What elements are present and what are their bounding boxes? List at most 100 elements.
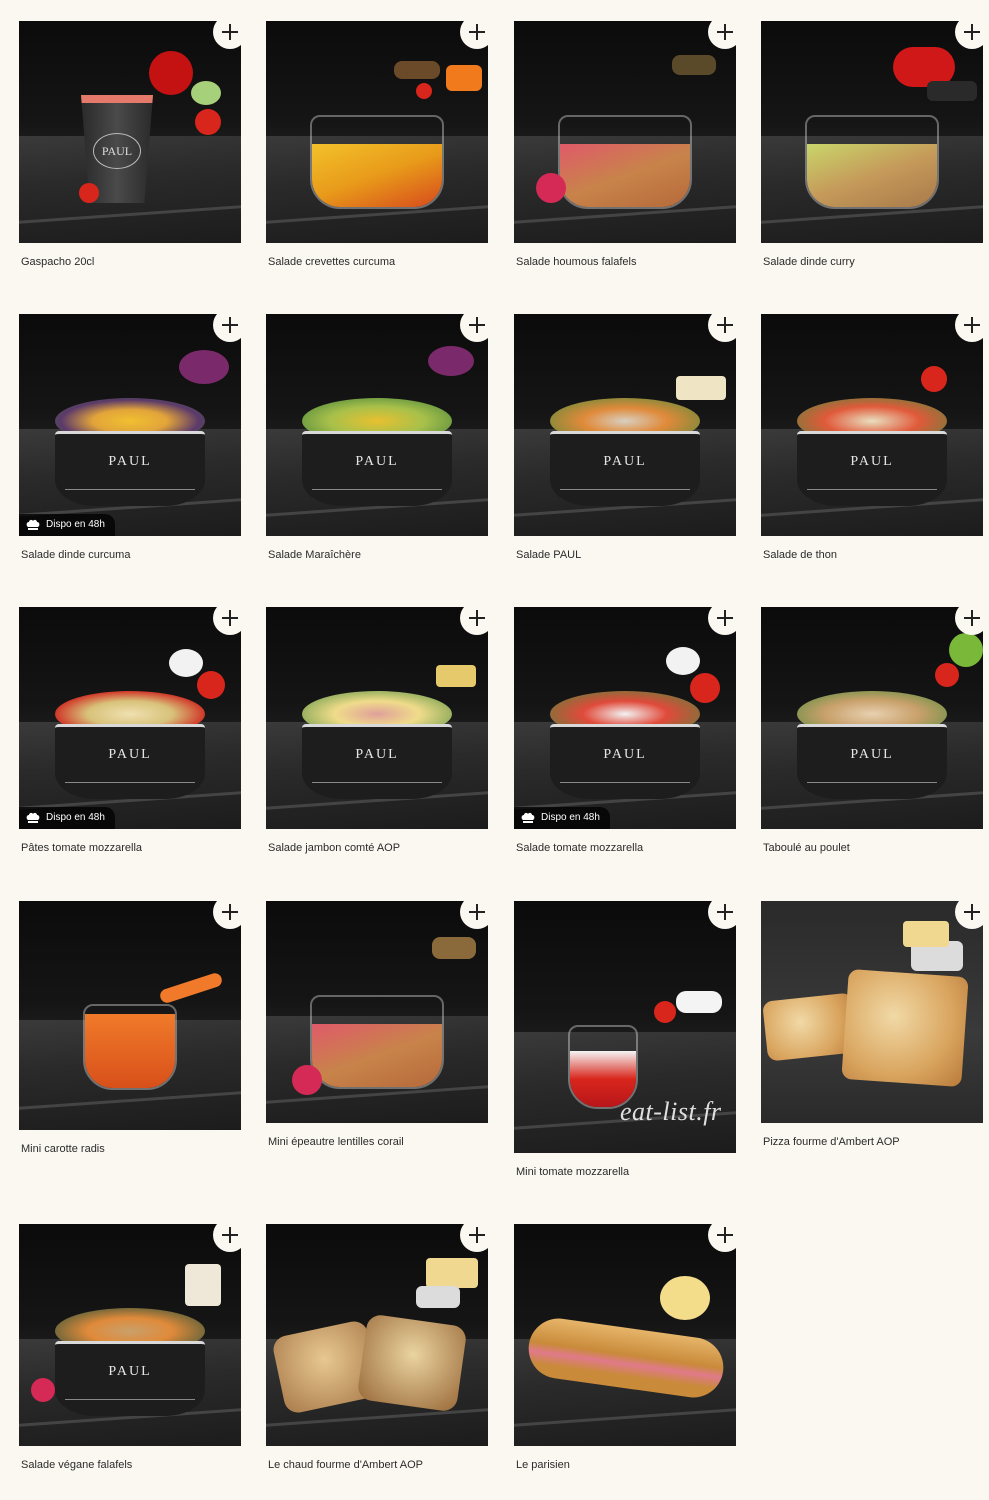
product-name[interactable]: Mini épeautre lentilles corail <box>266 1135 488 1149</box>
paul-bowl: PAUL <box>797 724 947 799</box>
product-photo[interactable]: PAUL <box>514 314 736 536</box>
product-photo[interactable] <box>266 21 488 243</box>
add-button[interactable] <box>708 1224 736 1252</box>
plus-icon <box>222 1227 238 1243</box>
add-button[interactable] <box>213 607 241 635</box>
clear-bowl <box>310 995 444 1089</box>
product-photo[interactable]: PAUL <box>761 314 983 536</box>
product-name[interactable]: Le chaud fourme d'Ambert AOP <box>266 1458 488 1472</box>
product-name[interactable]: Mini tomate mozzarella <box>514 1165 736 1179</box>
add-button[interactable] <box>708 314 736 342</box>
add-button[interactable] <box>955 607 983 635</box>
clear-bowl <box>558 115 692 209</box>
product-photo[interactable]: PAUL <box>266 607 488 829</box>
product-name[interactable]: Salade PAUL <box>514 548 736 562</box>
product-card[interactable]: Pizza fourme d'Ambert AOP <box>761 901 983 1149</box>
product-name[interactable]: Salade Maraîchère <box>266 548 488 562</box>
product-card[interactable]: Salade crevettes curcuma <box>266 21 488 269</box>
product-photo[interactable] <box>514 21 736 243</box>
add-button[interactable] <box>213 21 241 49</box>
product-card[interactable]: Salade houmous falafels <box>514 21 736 269</box>
product-card[interactable]: Mini tomate mozzarella <box>514 901 736 1179</box>
paul-bowl: PAUL <box>55 1341 205 1416</box>
product-card[interactable]: Mini épeautre lentilles corail <box>266 901 488 1149</box>
product-name[interactable]: Mini carotte radis <box>19 1142 241 1156</box>
product-photo[interactable] <box>266 901 488 1123</box>
product-photo[interactable]: PAUL <box>266 314 488 536</box>
paul-bowl: PAUL <box>55 431 205 506</box>
product-card[interactable]: PAUL Taboulé au poulet <box>761 607 983 855</box>
add-button[interactable] <box>460 901 488 929</box>
pizza <box>841 968 969 1088</box>
product-card[interactable]: PAUL Dispo en 48h Salade dinde curcuma <box>19 314 241 562</box>
add-button[interactable] <box>460 1224 488 1252</box>
add-button[interactable] <box>955 314 983 342</box>
product-name[interactable]: Salade de thon <box>761 548 983 562</box>
paul-bowl: PAUL <box>550 724 700 799</box>
product-name[interactable]: Salade houmous falafels <box>514 255 736 269</box>
plus-icon <box>717 610 733 626</box>
product-photo[interactable] <box>266 1224 488 1446</box>
add-button[interactable] <box>955 901 983 929</box>
product-card[interactable]: PAUL Salade PAUL <box>514 314 736 562</box>
product-card[interactable]: PAUL Salade de thon <box>761 314 983 562</box>
plus-icon <box>964 24 980 40</box>
add-button[interactable] <box>460 21 488 49</box>
product-name[interactable]: Salade végane falafels <box>19 1458 241 1472</box>
plus-icon <box>964 610 980 626</box>
add-button[interactable] <box>708 607 736 635</box>
product-card[interactable]: PAUL Dispo en 48h Pâtes tomate mozzarell… <box>19 607 241 855</box>
add-button[interactable] <box>213 1224 241 1252</box>
plus-icon <box>222 610 238 626</box>
product-photo[interactable] <box>19 901 241 1130</box>
product-photo[interactable]: PAUL Dispo en 48h <box>19 607 241 829</box>
availability-badge: Dispo en 48h <box>514 807 610 829</box>
product-card[interactable]: PAUL Gaspacho 20cl <box>19 21 241 269</box>
product-card[interactable]: PAUL Salade Maraîchère <box>266 314 488 562</box>
product-photo[interactable]: PAUL Dispo en 48h <box>514 607 736 829</box>
add-button[interactable] <box>955 21 983 49</box>
availability-badge: Dispo en 48h <box>19 514 115 536</box>
plus-icon <box>469 1227 485 1243</box>
product-name[interactable]: Taboulé au poulet <box>761 841 983 855</box>
plus-icon <box>717 24 733 40</box>
product-name[interactable]: Pizza fourme d'Ambert AOP <box>761 1135 983 1149</box>
product-photo[interactable]: PAUL Dispo en 48h <box>19 314 241 536</box>
add-button[interactable] <box>460 607 488 635</box>
plus-icon <box>717 904 733 920</box>
product-card[interactable]: PAUL Salade jambon comté AOP <box>266 607 488 855</box>
product-card[interactable]: Mini carotte radis <box>19 901 241 1156</box>
add-button[interactable] <box>460 314 488 342</box>
plus-icon <box>222 24 238 40</box>
paul-bowl: PAUL <box>550 431 700 506</box>
product-photo[interactable]: PAUL <box>19 21 241 243</box>
product-photo[interactable] <box>761 21 983 243</box>
product-name[interactable]: Salade crevettes curcuma <box>266 255 488 269</box>
paul-bowl: PAUL <box>55 724 205 799</box>
add-button[interactable] <box>213 901 241 929</box>
product-photo[interactable] <box>761 901 983 1123</box>
clear-cup <box>83 1004 177 1090</box>
product-photo[interactable] <box>514 1224 736 1446</box>
add-button[interactable] <box>708 21 736 49</box>
product-name[interactable]: Salade tomate mozzarella <box>514 841 736 855</box>
product-name[interactable]: Gaspacho 20cl <box>19 255 241 269</box>
product-card[interactable]: PAUL Salade végane falafels <box>19 1224 241 1472</box>
product-photo[interactable]: PAUL <box>19 1224 241 1446</box>
plus-icon <box>469 610 485 626</box>
product-card[interactable]: Le chaud fourme d'Ambert AOP <box>266 1224 488 1472</box>
product-name[interactable]: Pâtes tomate mozzarella <box>19 841 241 855</box>
product-card[interactable]: Le parisien <box>514 1224 736 1472</box>
add-button[interactable] <box>213 314 241 342</box>
product-photo[interactable]: PAUL <box>761 607 983 829</box>
product-card[interactable]: PAUL Dispo en 48h Salade tomate mozzarel… <box>514 607 736 855</box>
product-name[interactable]: Salade jambon comté AOP <box>266 841 488 855</box>
add-button[interactable] <box>708 901 736 929</box>
product-card[interactable]: Salade dinde curry <box>761 21 983 269</box>
paul-bowl: PAUL <box>302 431 452 506</box>
product-name[interactable]: Salade dinde curry <box>761 255 983 269</box>
watermark: eat-list.fr <box>620 1097 722 1126</box>
product-name[interactable]: Salade dinde curcuma <box>19 548 241 562</box>
sandwich <box>356 1313 468 1413</box>
product-name[interactable]: Le parisien <box>514 1458 736 1472</box>
